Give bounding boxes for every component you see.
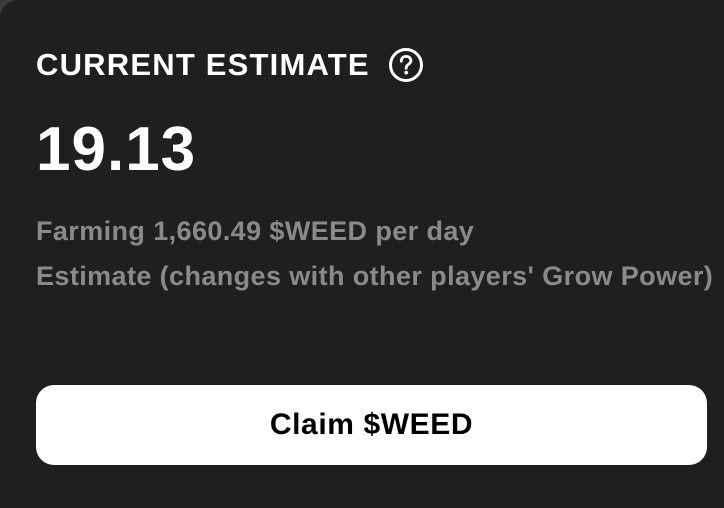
question-circle-icon-svg <box>388 48 423 82</box>
claim-button[interactable]: Claim $WEED <box>36 385 707 465</box>
farming-rate-text: Farming 1,660.49 $WEED per day <box>36 216 475 246</box>
question-circle-icon[interactable] <box>388 47 424 83</box>
estimate-note-text: Estimate (changes with other players' Gr… <box>36 261 714 291</box>
estimate-header: CURRENT ESTIMATE <box>36 44 424 86</box>
estimate-title: CURRENT ESTIMATE <box>36 47 370 82</box>
estimate-details: Farming 1,660.49 $WEED per day Estimate … <box>36 209 716 299</box>
estimate-value: 19.13 <box>36 115 197 184</box>
claim-button-label: Claim $WEED <box>269 408 474 441</box>
estimate-card: CURRENT ESTIMATE 19.13 Farming 1,660.49 … <box>0 0 724 508</box>
